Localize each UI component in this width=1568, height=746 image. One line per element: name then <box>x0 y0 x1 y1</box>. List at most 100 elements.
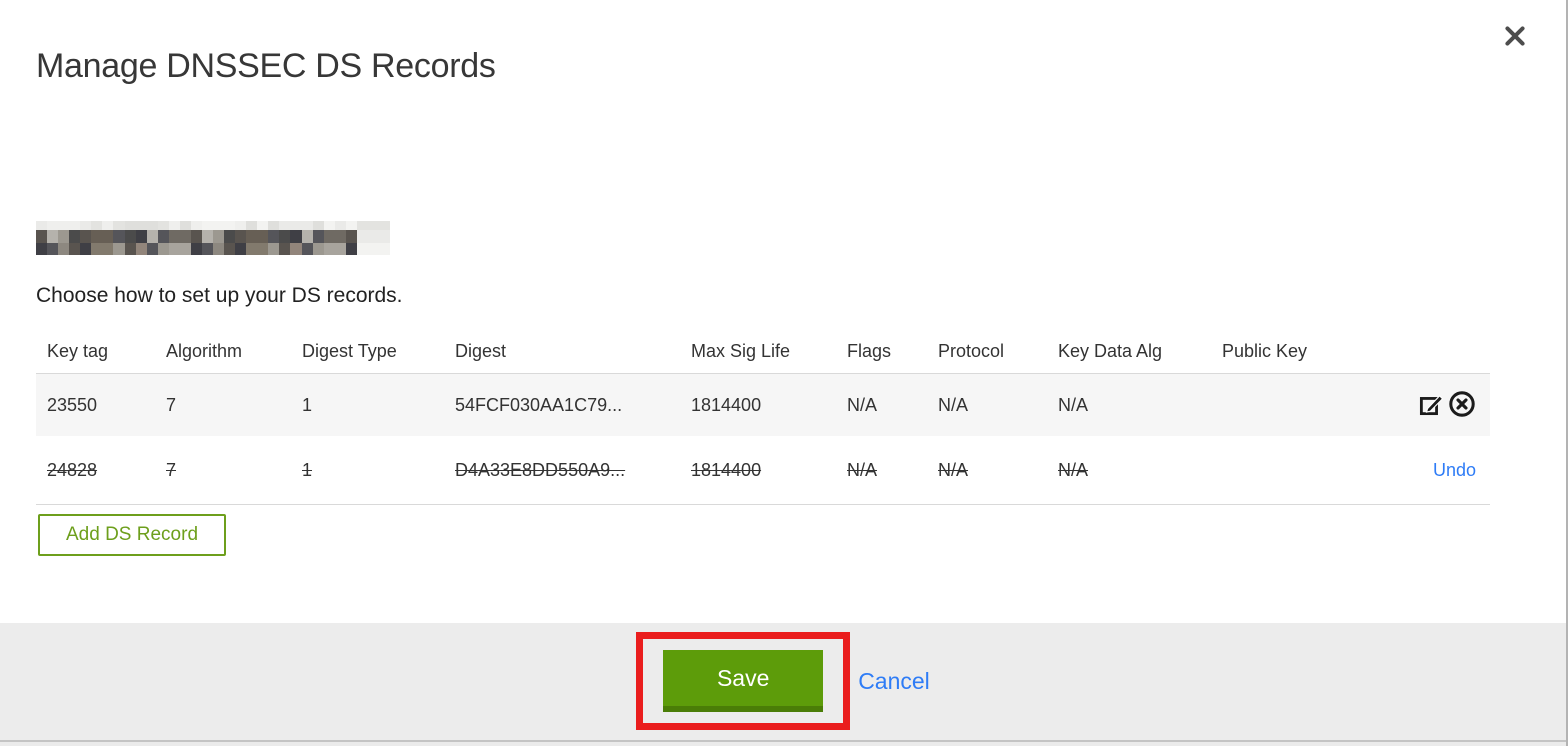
cell-digest-type: 1 <box>302 394 313 415</box>
edit-record-button[interactable] <box>1417 391 1445 419</box>
redacted-pixel <box>268 230 280 243</box>
redacted-pixel <box>113 221 125 230</box>
delete-record-button[interactable] <box>1448 391 1476 419</box>
redacted-pixel <box>124 221 136 230</box>
redacted-pixel <box>157 230 169 243</box>
redacted-pixel <box>279 242 291 255</box>
redacted-pixel <box>113 242 125 255</box>
redacted-pixel <box>135 230 147 243</box>
redacted-pixel <box>80 221 92 230</box>
cell-max-sig-life: 1814400 <box>691 459 762 480</box>
page-title: Manage DNSSEC DS Records <box>36 46 496 85</box>
redacted-pixel <box>201 230 213 243</box>
col-header-key-tag: Key tag <box>47 341 109 361</box>
col-header-public-key: Public Key <box>1222 341 1308 361</box>
redacted-pixel <box>102 242 114 255</box>
table-header-row: Key tag Algorithm Digest Type Digest Max… <box>36 330 1490 374</box>
redacted-pixel <box>246 221 258 230</box>
cell-flags: N/A <box>847 459 878 480</box>
redacted-pixel <box>201 242 213 255</box>
cell-digest: D4A33E8DD550A9... <box>455 459 626 480</box>
cancel-link[interactable]: Cancel <box>858 668 930 695</box>
cell-key-tag: 24828 <box>47 459 98 480</box>
cell-max-sig-life: 1814400 <box>691 394 762 415</box>
redacted-pixel <box>356 221 368 230</box>
redacted-pixel <box>378 230 390 243</box>
add-ds-record-button[interactable]: Add DS Record <box>38 514 227 556</box>
annotation-highlight-box: Save <box>636 632 851 730</box>
redacted-pixel <box>235 230 247 243</box>
redacted-pixel <box>36 242 48 255</box>
redacted-pixel <box>367 242 379 255</box>
redacted-pixel <box>356 242 368 255</box>
delete-circle-icon <box>1448 391 1476 419</box>
redacted-pixel <box>290 242 302 255</box>
redacted-pixel <box>58 221 70 230</box>
save-button[interactable]: Save <box>663 650 824 712</box>
redacted-pixel <box>168 242 180 255</box>
redacted-pixel <box>102 230 114 243</box>
redacted-pixel <box>356 230 368 243</box>
redacted-pixel <box>301 221 313 230</box>
redacted-pixel <box>47 230 59 243</box>
undo-link[interactable]: Undo <box>1433 460 1476 481</box>
col-header-algorithm: Algorithm <box>166 341 243 361</box>
redacted-pixel <box>334 221 346 230</box>
instruction-text: Choose how to set up your DS records. <box>36 284 403 307</box>
redacted-pixel <box>58 242 70 255</box>
table-row: 23550 7 1 54FCF030AA1C79... 1814400 N/A … <box>36 374 1490 436</box>
redacted-pixel <box>168 230 180 243</box>
cell-key-data-alg: N/A <box>1058 394 1089 415</box>
redacted-pixel <box>345 242 357 255</box>
close-button[interactable] <box>1500 22 1530 52</box>
ds-records-table: Key tag Algorithm Digest Type Digest Max… <box>36 330 1490 505</box>
cell-algorithm: 7 <box>166 459 177 480</box>
redacted-pixel <box>69 230 81 243</box>
redacted-pixel <box>80 230 92 243</box>
redacted-pixel <box>345 230 357 243</box>
redacted-pixel <box>246 242 258 255</box>
redacted-pixel <box>334 230 346 243</box>
redacted-pixel <box>146 230 158 243</box>
redacted-pixel <box>102 221 114 230</box>
redacted-pixel <box>36 221 48 230</box>
redacted-pixel <box>268 242 280 255</box>
cell-protocol: N/A <box>938 394 969 415</box>
redacted-pixel <box>301 242 313 255</box>
redacted-pixel <box>257 230 269 243</box>
redacted-pixel <box>124 230 136 243</box>
redacted-pixel <box>179 242 191 255</box>
redacted-pixel <box>323 221 335 230</box>
redacted-pixel <box>224 242 236 255</box>
redacted-pixel <box>124 242 136 255</box>
redacted-pixel <box>235 242 247 255</box>
redacted-pixel <box>58 230 70 243</box>
redacted-pixel <box>290 221 302 230</box>
redacted-pixel <box>279 221 291 230</box>
redacted-pixel <box>113 230 125 243</box>
redacted-pixel <box>91 230 103 243</box>
redacted-pixel <box>168 221 180 230</box>
redacted-pixel <box>224 221 236 230</box>
redacted-pixel <box>146 242 158 255</box>
close-icon <box>1501 26 1529 53</box>
redacted-pixel <box>268 221 280 230</box>
redacted-pixel <box>301 230 313 243</box>
cell-algorithm: 7 <box>166 394 177 415</box>
redacted-pixel <box>47 221 59 230</box>
redacted-pixel <box>367 221 379 230</box>
modal-footer: Save Cancel <box>0 623 1566 742</box>
redacted-pixel <box>213 230 225 243</box>
redacted-pixel <box>91 221 103 230</box>
redacted-pixel <box>36 230 48 243</box>
redacted-pixel <box>213 242 225 255</box>
redacted-pixel <box>257 242 269 255</box>
redacted-pixel <box>47 242 59 255</box>
redacted-pixel <box>367 230 379 243</box>
cell-digest: 54FCF030AA1C79... <box>455 394 623 415</box>
col-header-max-sig-life: Max Sig Life <box>691 341 791 361</box>
col-header-flags: Flags <box>847 341 892 361</box>
redacted-domain-text <box>36 221 390 255</box>
redacted-pixel <box>190 230 202 243</box>
redacted-pixel <box>312 242 324 255</box>
